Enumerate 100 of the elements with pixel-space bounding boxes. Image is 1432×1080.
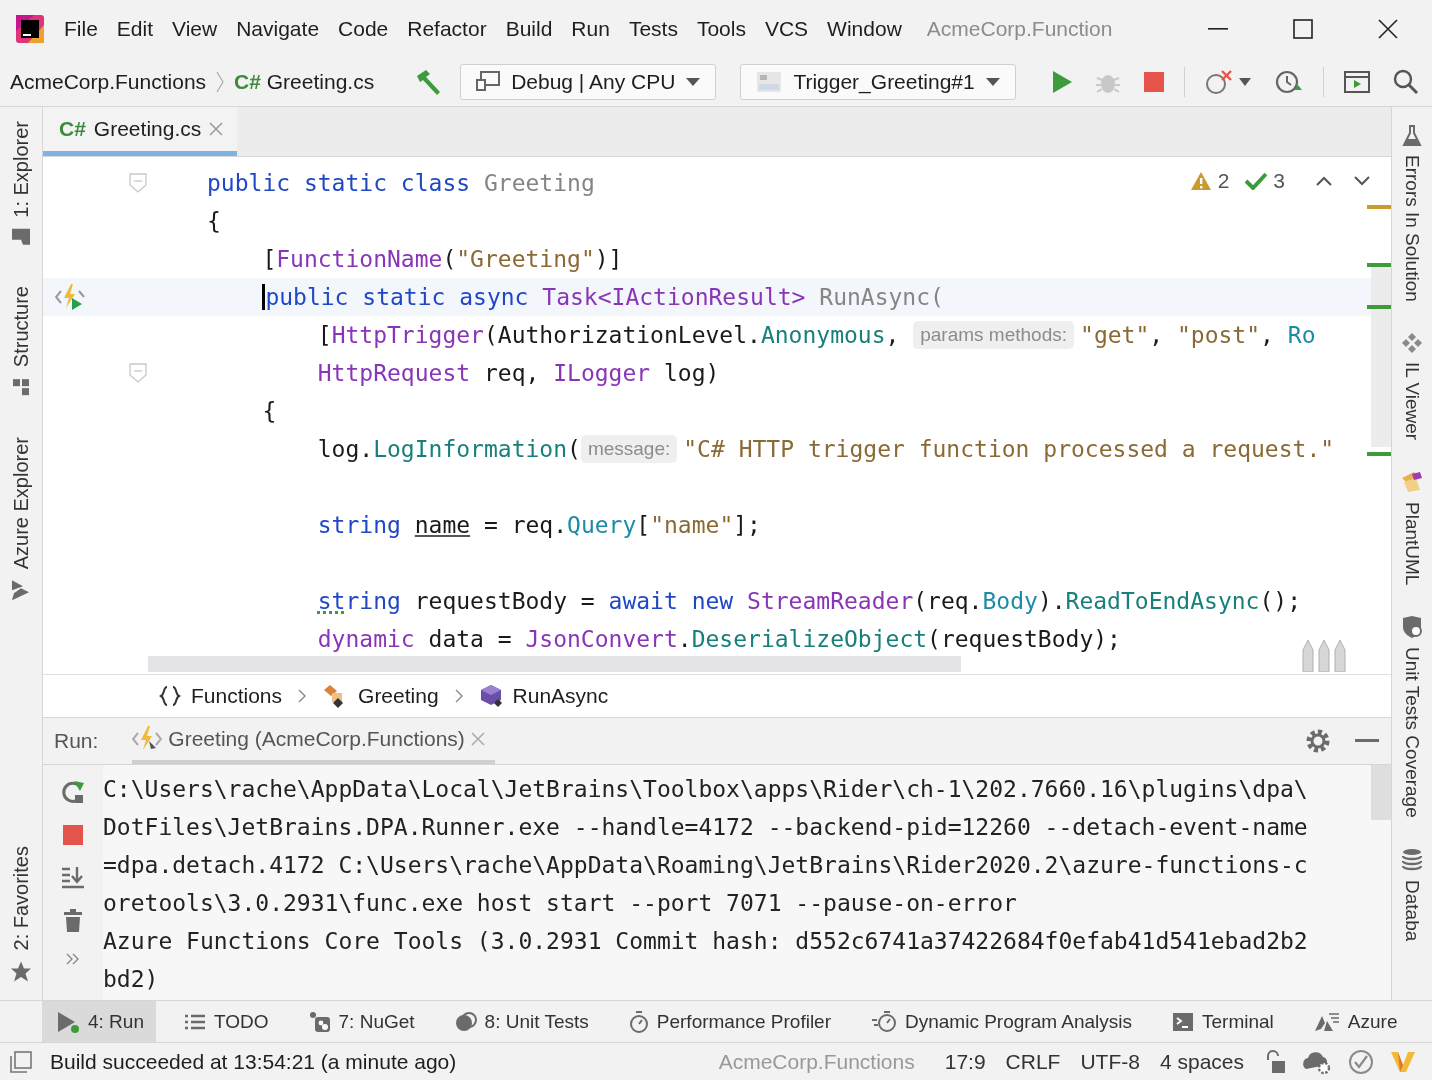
breadcrumb-item[interactable]: Functions	[159, 684, 283, 708]
tool-window-tab[interactable]: Terminal	[1158, 1001, 1286, 1042]
tool-window-tab[interactable]: Errors In Solution	[1401, 125, 1423, 302]
code-text: "get", "post", Ro	[1080, 322, 1316, 348]
menu-item[interactable]: View	[172, 17, 218, 41]
menu-item[interactable]: Run	[571, 17, 610, 41]
editor-tab[interactable]: C# Greeting.cs	[43, 107, 238, 156]
check-icon[interactable]	[1245, 172, 1268, 190]
chevron-icon	[454, 689, 463, 703]
tool-window-tab[interactable]: 1: Explorer	[9, 121, 33, 246]
menu-item[interactable]: Window	[827, 17, 902, 41]
window-toggle-icon[interactable]	[10, 1050, 32, 1073]
run-configuration-dropdown[interactable]: Trigger_Greeting#1	[740, 64, 1016, 100]
tool-window-tab[interactable]: Databa	[1401, 848, 1423, 942]
tool-window-tab[interactable]: Unit Tests Coverage	[1401, 615, 1423, 819]
code-text: string name = req.Query["name"];	[317, 512, 761, 538]
plant-icon	[1400, 469, 1424, 494]
menu-item[interactable]: Edit	[116, 17, 154, 41]
menu-item[interactable]: Tools	[696, 17, 746, 41]
console-line: oretools\3.0.2931\func.exe host start --port 7071 --pause-on-error	[103, 889, 1018, 918]
window-title: AcmeCorp.Function	[926, 17, 1113, 41]
configuration-dropdown[interactable]: Debug | Any CPU	[460, 64, 717, 100]
package-icon	[308, 1010, 331, 1033]
breadcrumb-item[interactable]: RunAsync	[478, 684, 609, 708]
console-line: C:\Users\rache\AppData\Local\JetBrains\Toolbox\apps\Rider\ch-1\202.7660.16\plugins\dpa\	[103, 775, 1309, 804]
profiler-icon[interactable]	[1273, 68, 1304, 96]
lock-icon[interactable]	[1264, 1049, 1286, 1074]
menu-item[interactable]: Refactor	[407, 17, 487, 41]
breadcrumb-item[interactable]: Greeting	[322, 684, 439, 708]
passed-count: 3	[1273, 169, 1285, 193]
tool-window-tab[interactable]: Performance Profiler	[614, 1001, 843, 1042]
file-encoding[interactable]: UTF-8	[1080, 1049, 1140, 1074]
code-text: [HttpTrigger(AuthorizationLevel.Anonymous,	[317, 322, 901, 348]
console-line: bd2)	[103, 965, 160, 994]
code-text: public static async Task<IActionResult> RunAsync(	[262, 284, 944, 310]
menu-item[interactable]: Navigate	[236, 17, 320, 41]
coverage-icon[interactable]	[1203, 68, 1234, 96]
panel-title: Run:	[54, 729, 99, 753]
status-message: Build succeeded at 13:54:21 (a minute ago)	[50, 1049, 457, 1074]
stop-icon[interactable]	[1142, 71, 1165, 93]
tool-window-tab[interactable]: 4: Run	[42, 1001, 156, 1042]
run-window-icon[interactable]	[1342, 70, 1371, 94]
code-text: {	[262, 398, 277, 424]
fold-marker-icon[interactable]	[129, 173, 147, 193]
check-circle-icon[interactable]	[1348, 1048, 1374, 1075]
code-text: [FunctionName("Greeting")]	[262, 246, 623, 272]
tool-window-tab[interactable]: Dynamic Program Analysis	[857, 1001, 1145, 1042]
breadcrumb-item[interactable]: C# Greeting.cs	[234, 70, 375, 94]
flask-icon	[1402, 125, 1422, 147]
code-text: {	[207, 208, 221, 234]
caret-position[interactable]: 17:9	[944, 1049, 986, 1074]
tool-window-tab[interactable]: 7: NuGet	[294, 1001, 427, 1042]
menu-item[interactable]: VCS	[764, 17, 809, 41]
warning-icon[interactable]	[1189, 171, 1212, 191]
caret-icon[interactable]	[1237, 77, 1252, 87]
run-icon[interactable]	[1050, 70, 1073, 94]
scrollbar-thumb[interactable]	[1371, 765, 1391, 820]
structure-icon	[11, 376, 31, 397]
code-text: dynamic data = JsonConvert.DeserializeObject(requestBody);	[317, 626, 1121, 652]
trash-icon[interactable]	[63, 909, 83, 933]
search-icon[interactable]	[1392, 69, 1419, 95]
code-text: public static class Greeting	[207, 170, 595, 196]
menu-item[interactable]: Tests	[628, 17, 678, 41]
azure-icon	[1313, 1011, 1340, 1032]
line-ending[interactable]: CRLF	[1005, 1049, 1061, 1074]
braces-icon	[159, 685, 181, 707]
caret-icon	[685, 77, 702, 87]
list-icon	[184, 1012, 206, 1031]
tool-window-tab[interactable]: Azure	[1299, 1001, 1410, 1042]
tool-window-tab[interactable]: IL Viewer	[1401, 331, 1423, 440]
console-line: Azure Functions Core Tools (3.0.2931 Commit hash: d552c6741a37422684f0efab41d541ebad2b2	[103, 927, 1309, 956]
tool-window-tab[interactable]: Structure	[9, 285, 33, 397]
maximize-icon[interactable]	[1293, 19, 1313, 39]
settings-icon[interactable]	[1305, 728, 1331, 754]
chevron-icon	[216, 71, 225, 93]
tool-window-tab[interactable]: 8: Unit Tests	[440, 1001, 601, 1042]
tool-window-tab[interactable]: Azure Explorer	[9, 436, 33, 602]
scrollbar-thumb[interactable]	[148, 656, 961, 672]
menu-item[interactable]: Build	[505, 17, 553, 41]
lightning-run-icon[interactable]	[55, 283, 85, 311]
star-icon	[10, 960, 32, 982]
more-icon[interactable]	[66, 953, 80, 965]
tool-window-tab[interactable]: TODO	[170, 1001, 281, 1042]
tool-window-tab[interactable]: 2: Favorites	[9, 845, 33, 982]
scroll-to-end-icon[interactable]	[60, 865, 86, 889]
menu-item[interactable]: File	[64, 17, 98, 41]
console-line: =dpa.detach.4172 C:\Users\rache\AppData\Roaming\JetBrains\Rider2020.2\azure-functions-c	[103, 851, 1309, 880]
fold-marker-icon[interactable]	[129, 363, 147, 383]
close-icon[interactable]	[1378, 19, 1398, 39]
menu-item[interactable]: Code	[338, 17, 389, 41]
tool-window-tab[interactable]: PlantUML	[1400, 469, 1424, 586]
v-logo-icon[interactable]	[1390, 1050, 1416, 1073]
indent-setting[interactable]: 4 spaces	[1159, 1049, 1244, 1074]
breadcrumb-item[interactable]: AcmeCorp.Functions	[10, 70, 207, 94]
shield-icon	[1401, 615, 1423, 640]
minimize-icon[interactable]	[1208, 27, 1228, 31]
pencils-icon[interactable]	[1301, 638, 1349, 672]
warning-count: 2	[1217, 169, 1230, 193]
rerun-icon[interactable]	[60, 779, 86, 805]
scrollbar-thumb[interactable]	[1371, 267, 1391, 447]
